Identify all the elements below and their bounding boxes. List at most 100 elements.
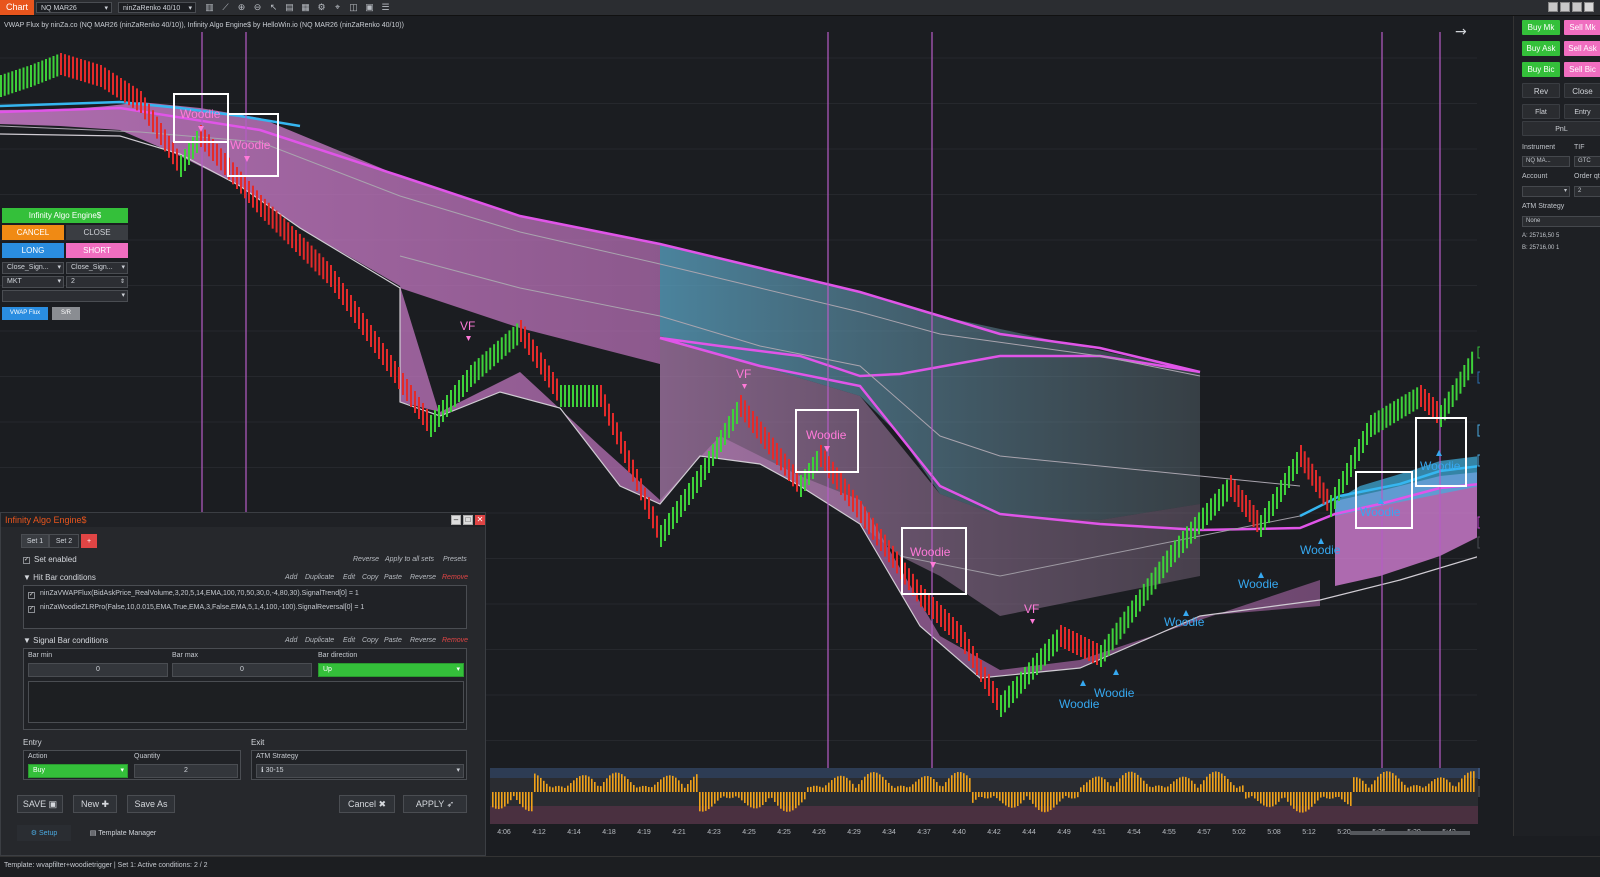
maximize-icon[interactable]: □ xyxy=(463,515,473,525)
bar-direction-select[interactable]: Up ▾ xyxy=(318,663,464,677)
order-qty-input[interactable]: 2 xyxy=(1574,186,1600,197)
order-type-select[interactable]: MKT ▾ xyxy=(2,276,64,288)
bar-type-select[interactable]: ninZaRenko 40/10 ▾ xyxy=(118,2,196,13)
buy-market-button[interactable]: Buy Mk xyxy=(1522,20,1560,35)
sell-market-button[interactable]: Sell Mk xyxy=(1564,20,1600,35)
cancel-button[interactable]: Cancel ✖ xyxy=(339,795,395,813)
save-as-button[interactable]: Save As xyxy=(127,795,175,813)
remove-condition-link[interactable]: Remove xyxy=(442,637,468,644)
reverse-condition-link[interactable]: Reverse xyxy=(410,574,436,581)
paste-condition-link[interactable]: Paste xyxy=(384,574,402,581)
bar-style-icon[interactable]: ▥ xyxy=(204,2,215,13)
signal-conditions-list[interactable] xyxy=(28,681,464,723)
maximize-window-icon[interactable] xyxy=(1572,2,1582,12)
add-set-button[interactable]: + xyxy=(81,534,97,548)
action-select[interactable]: Buy ▾ xyxy=(28,764,128,778)
atm-strategy-select[interactable]: ℹ 30-15 ▾ xyxy=(256,764,464,778)
instrument-select-value: NQ MAR26 xyxy=(41,5,77,12)
minimize-window-icon[interactable] xyxy=(1548,2,1558,12)
condition-item[interactable]: ninZaWoodieZLRPro(False,10,0.015,EMA,Tru… xyxy=(40,604,364,611)
minimize-icon[interactable]: – xyxy=(451,515,461,525)
bar-min-input[interactable]: 0 xyxy=(28,663,168,677)
atm-strategy-select[interactable]: None xyxy=(1522,216,1600,227)
apply-all-sets-link[interactable]: Apply to all sets xyxy=(385,556,434,563)
save-button[interactable]: SAVE ▣ xyxy=(17,795,63,813)
crosshair-icon[interactable]: ⌖ xyxy=(332,2,343,13)
quantity-input[interactable]: 2 xyxy=(134,764,238,778)
tab-setup[interactable]: ⚙ Setup xyxy=(17,825,71,841)
tab-template-manager[interactable]: ▤ Template Manager xyxy=(75,825,171,841)
renko-bar xyxy=(92,62,94,85)
close-icon[interactable]: ✕ xyxy=(475,515,485,525)
long-button[interactable]: LONG xyxy=(2,243,64,258)
sell-bid-button[interactable]: Sell Bic xyxy=(1564,62,1600,77)
close-position-button[interactable]: CLOSE xyxy=(66,225,128,240)
paste-condition-link[interactable]: Paste xyxy=(384,637,402,644)
chart-tab[interactable]: Chart xyxy=(0,0,35,15)
hit-bar-header[interactable]: ▼ Hit Bar conditions xyxy=(23,573,96,582)
tab-set-1[interactable]: Set 1 xyxy=(21,534,49,548)
reverse-button[interactable]: Rev xyxy=(1522,83,1560,98)
presets-link[interactable]: Presets xyxy=(443,556,467,563)
condition-item[interactable]: ninZaVWAPFlux(BidAskPrice_RealVolume,3,2… xyxy=(40,590,359,597)
set-enabled-checkbox[interactable]: ✓ xyxy=(23,557,30,564)
duplicate-condition-link[interactable]: Duplicate xyxy=(305,574,334,581)
edit-condition-link[interactable]: Edit xyxy=(343,574,355,581)
histogram-bar xyxy=(1056,792,1058,805)
snapshot-icon[interactable]: ◫ xyxy=(348,2,359,13)
reverse-link[interactable]: Reverse xyxy=(353,556,379,563)
pointer-icon[interactable]: ↖ xyxy=(268,2,279,13)
zoom-in-icon[interactable]: ⊕ xyxy=(236,2,247,13)
signal-bar-header[interactable]: ▼ Signal Bar conditions xyxy=(23,636,108,645)
buy-bid-button[interactable]: Buy Bic xyxy=(1522,62,1560,77)
histogram-bar xyxy=(501,792,503,809)
duplicate-condition-link[interactable]: Duplicate xyxy=(305,637,334,644)
data-box-icon[interactable]: ▤ xyxy=(284,2,295,13)
quantity-stepper[interactable]: 2 ⇕ xyxy=(66,276,128,288)
tif-select[interactable]: GTC xyxy=(1574,156,1600,167)
copy-condition-link[interactable]: Copy xyxy=(362,574,378,581)
add-condition-link[interactable]: Add xyxy=(285,637,297,644)
vwap-flux-toggle[interactable]: VWAP Flux xyxy=(2,307,48,320)
close-window-icon[interactable] xyxy=(1584,2,1594,12)
condition-checkbox[interactable]: ✓ xyxy=(28,606,35,613)
new-button[interactable]: New ✚ xyxy=(73,795,117,813)
instrument-select[interactable]: NQ MA... xyxy=(1522,156,1570,167)
renko-bar xyxy=(11,71,14,94)
horizontal-scrollbar[interactable] xyxy=(1350,831,1470,835)
copy-condition-link[interactable]: Copy xyxy=(362,637,378,644)
draw-line-icon[interactable]: ⟋ xyxy=(220,2,231,13)
instrument-select[interactable]: NQ MAR26 ▾ xyxy=(36,2,112,13)
bar-direction-label: Bar direction xyxy=(318,652,358,659)
renko-bar xyxy=(860,501,862,523)
entry-button[interactable]: Entry xyxy=(1564,104,1600,119)
edit-condition-link[interactable]: Edit xyxy=(343,637,355,644)
calendar-icon[interactable]: ▣ xyxy=(364,2,375,13)
tab-set-2[interactable]: Set 2 xyxy=(49,534,79,548)
histogram-bar xyxy=(1251,792,1253,797)
bar-max-input[interactable]: 0 xyxy=(172,663,312,677)
condition-checkbox[interactable]: ✓ xyxy=(28,592,35,599)
cancel-orders-button[interactable]: CANCEL xyxy=(2,225,64,240)
short-button[interactable]: SHORT xyxy=(66,243,128,258)
sr-toggle[interactable]: S/R xyxy=(52,307,80,320)
extra-select[interactable]: ▾ xyxy=(2,290,128,302)
restore-window-icon[interactable] xyxy=(1560,2,1570,12)
close-position-button[interactable]: Close xyxy=(1564,83,1600,98)
sell-ask-button[interactable]: Sell Ask xyxy=(1564,41,1600,56)
add-condition-link[interactable]: Add xyxy=(285,574,297,581)
close-signal-select-short[interactable]: Close_Sign... ▾ xyxy=(66,262,128,274)
strategies-icon[interactable]: ⚙ xyxy=(316,2,327,13)
properties-icon[interactable]: ▦ xyxy=(300,2,311,13)
remove-condition-link[interactable]: Remove xyxy=(442,574,468,581)
close-signal-select-long[interactable]: Close_Sign... ▾ xyxy=(2,262,64,274)
reverse-condition-link[interactable]: Reverse xyxy=(410,637,436,644)
account-select[interactable]: ▾ xyxy=(1522,186,1570,197)
buy-ask-button[interactable]: Buy Ask xyxy=(1522,41,1560,56)
flat-button[interactable]: Flat xyxy=(1522,104,1560,119)
arrow-right-icon[interactable]: → xyxy=(1455,24,1467,40)
zoom-out-icon[interactable]: ⊖ xyxy=(252,2,263,13)
histogram-bar xyxy=(672,775,674,792)
list-icon[interactable]: ☰ xyxy=(380,2,391,13)
apply-button[interactable]: APPLY ➶ xyxy=(403,795,467,813)
